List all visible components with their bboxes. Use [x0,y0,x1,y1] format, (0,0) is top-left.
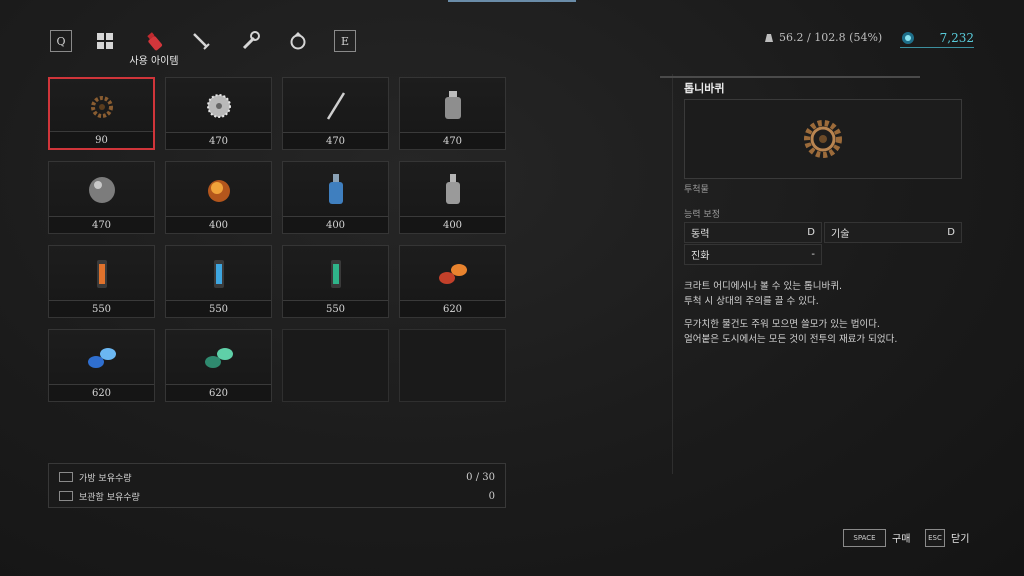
item-slot[interactable]: 620 [48,329,155,402]
description-line: 크라트 어디에서나 볼 수 있는 톱니바퀴. [684,281,842,292]
holdings-panel: 가방 보유수량 0 / 30 보관함 보유수량 0 [48,463,506,508]
close-label[interactable]: 닫기 [951,530,969,545]
fire-grinder-icon [400,246,505,301]
bag-holdings-row: 가방 보유수량 0 / 30 [59,468,495,486]
description-line: 무가치한 물건도 주워 모으면 쓸모가 있는 법이다. [684,319,880,330]
currency-value: 7,232 [939,30,974,45]
item-price: 550 [49,300,154,317]
item-slot[interactable]: 550 [48,245,155,318]
ring-icon [290,32,306,50]
gray-flask-icon [400,162,505,217]
stat-grade: - [811,249,815,260]
stat-advance: 진화 - [684,244,822,265]
weight-indicator: 56.2 / 102.8 (54%) [764,31,882,44]
item-price: 400 [400,216,505,233]
weight-icon [765,33,773,42]
storage-holdings-row: 보관함 보유수량 0 [59,487,495,505]
potion-icon [147,32,163,51]
item-slot[interactable]: 470 [282,77,389,150]
item-slot[interactable]: 470 [48,161,155,234]
storage-holdings-label: 보관함 보유수량 [79,492,140,503]
tab-weapons[interactable] [190,30,212,52]
item-price: 400 [166,216,271,233]
item-price: 470 [166,132,271,149]
stat-section-title: 능력 보정 [684,210,720,220]
item-category: 투척물 [684,185,709,195]
item-price: 470 [283,132,388,149]
item-price: 550 [283,300,388,317]
item-price: 620 [49,384,154,401]
green-cartridge-icon [283,246,388,301]
storage-holdings-value: 0 [488,490,495,502]
tab-consumables[interactable] [143,30,165,52]
sawblade-icon [166,78,271,133]
cog-icon [804,120,842,158]
orange-cartridge-icon [49,246,154,301]
item-slot[interactable]: 400 [399,161,506,234]
empty-slot[interactable] [399,329,506,402]
item-description-1: 크라트 어디에서나 볼 수 있는 톱니바퀴. 투척 시 상대의 주의를 끌 수 … [684,279,842,309]
acid-grinder-icon [166,330,271,385]
active-category-label: 사용 아이템 [129,56,179,67]
buy-key[interactable]: SPACE [843,529,886,547]
top-accent-bar [448,0,576,2]
fire-flask-icon [166,162,271,217]
item-slot[interactable]: 470 [399,77,506,150]
detail-header-bar [660,76,920,78]
item-slot[interactable]: 620 [165,329,272,402]
storage-icon [59,491,73,501]
currency-display: 7,232 [900,28,974,48]
dagger-icon [193,33,210,50]
bag-icon [59,472,73,482]
item-name: 톱니바퀴 [684,82,725,95]
item-slot[interactable]: 550 [282,245,389,318]
blue-cartridge-icon [166,246,271,301]
throwing-spear-icon [283,78,388,133]
item-slot[interactable]: 550 [165,245,272,318]
item-price: 90 [50,131,153,148]
weight-value: 56.2 / 102.8 (54%) [779,31,883,44]
item-slot[interactable]: 620 [399,245,506,318]
item-preview [684,99,962,179]
grid-icon [97,33,113,49]
item-price: 470 [400,132,505,149]
item-slot[interactable]: 400 [282,161,389,234]
item-price: 470 [49,216,154,233]
iron-ball-icon [49,162,154,217]
stat-grade: D [807,227,815,238]
tab-all-items[interactable] [94,30,116,52]
stat-grade: D [947,227,955,238]
item-slot[interactable]: 470 [165,77,272,150]
item-price: 550 [166,300,271,317]
stat-name: 진화 [691,251,710,262]
item-price: 620 [166,384,271,401]
close-key[interactable]: ESC [925,529,945,547]
item-description-2: 무가치한 물건도 주워 모으면 쓸모가 있는 법이다. 얼어붙은 도시에서는 모… [684,317,897,347]
stat-motivity: 동력 D [684,222,822,243]
description-line: 얼어붙은 도시에서는 모든 것이 전투의 재료가 되었다. [684,334,898,345]
bag-holdings-value: 0 / 30 [466,471,495,483]
panel-divider [672,74,673,474]
item-slot[interactable]: 400 [165,161,272,234]
bag-holdings-label: 가방 보유수량 [79,473,132,484]
blue-flask-icon [283,162,388,217]
stat-name: 기술 [831,229,850,240]
wrench-icon [242,31,260,50]
stat-technique: 기술 D [824,222,962,243]
tab-tools[interactable] [239,30,261,52]
item-slot[interactable]: 90 [48,77,155,150]
next-category-key[interactable]: E [334,30,356,52]
buy-label[interactable]: 구매 [892,530,910,545]
bottle-icon [400,78,505,133]
description-line: 투척 시 상대의 주의를 끌 수 있다. [684,296,819,307]
item-price: 400 [283,216,388,233]
prev-category-key[interactable]: Q [50,30,72,52]
ergo-icon [902,31,914,44]
stat-name: 동력 [691,229,710,240]
cog-icon [50,79,153,134]
tab-accessories[interactable] [287,30,309,52]
item-price: 620 [400,300,505,317]
electric-grinder-icon [49,330,154,385]
empty-slot[interactable] [282,329,389,402]
